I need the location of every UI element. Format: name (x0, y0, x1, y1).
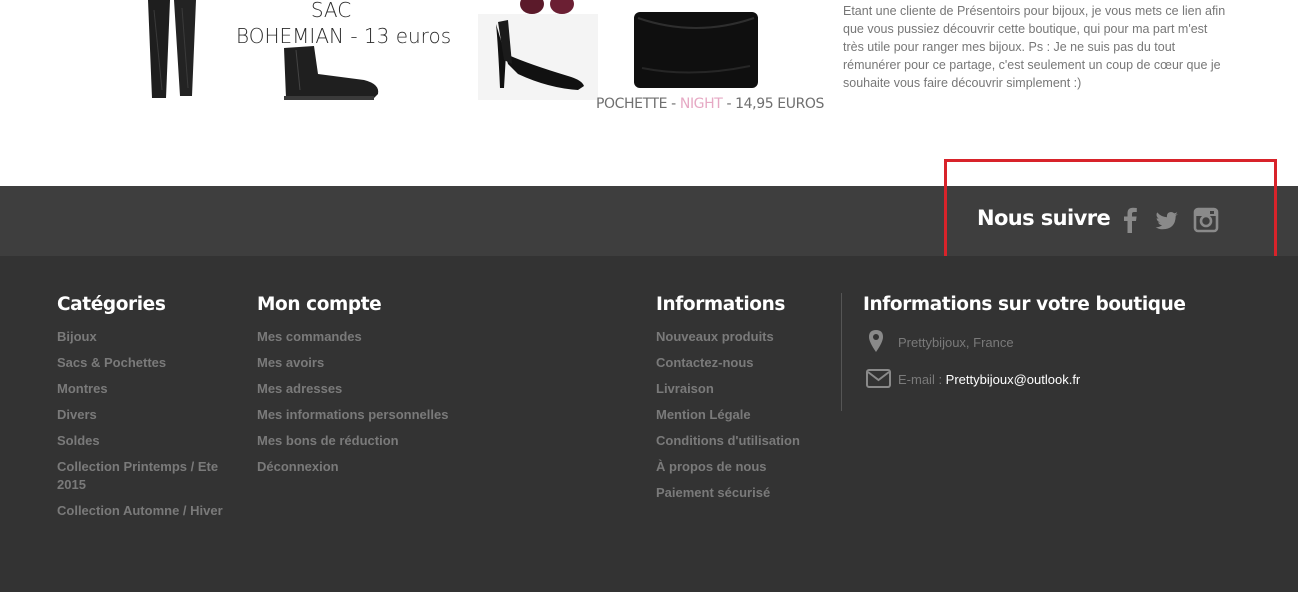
heel-shoe-image (496, 20, 584, 90)
account-link-infos[interactable]: Mes informations personnelles (257, 407, 448, 422)
envelope-icon (866, 369, 891, 388)
info-link-mention[interactable]: Mention Légale (656, 407, 751, 422)
account-link-adresses[interactable]: Mes adresses (257, 381, 342, 396)
category-link-montres[interactable]: Montres (57, 381, 108, 396)
jeans-image (148, 0, 196, 98)
account-title: Mon compte (257, 294, 382, 315)
info-link-paiement[interactable]: Paiement sécurisé (656, 485, 770, 500)
blurb-text: Etant une cliente de Présentoirs pour bi… (843, 4, 1226, 90)
category-link-soldes[interactable]: Soldes (57, 433, 100, 448)
pochette-prefix: POCHETTE - (596, 96, 680, 112)
categories-title: Catégories (57, 294, 166, 315)
info-link-nouveaux[interactable]: Nouveaux produits (656, 329, 774, 344)
category-link-printemps[interactable]: Collection Printemps / Ete 2015 (57, 458, 237, 494)
informations-title: Informations (656, 294, 785, 315)
email-link[interactable]: Prettybijoux@outlook.fr (946, 372, 1081, 387)
category-link-sacs[interactable]: Sacs & Pochettes (57, 355, 166, 370)
store-location: Prettybijoux, France (898, 335, 1014, 350)
sac-line1: SAC (310, 0, 352, 22)
pochette-product-text: POCHETTE - NIGHT - 14,95 EUROS (596, 96, 824, 112)
email-label: E-mail : (898, 372, 946, 387)
account-link-avoirs[interactable]: Mes avoirs (257, 355, 324, 370)
pochette-night: NIGHT (679, 96, 723, 112)
pochette-suffix: - 14,95 EUROS (722, 96, 825, 112)
boots-image (284, 46, 379, 100)
heel-image-box (478, 14, 598, 100)
store-title: Informations sur votre boutique (863, 294, 1186, 315)
account-link-deconnexion[interactable]: Déconnexion (257, 459, 339, 474)
category-link-bijoux[interactable]: Bijoux (57, 329, 97, 344)
footer-divider (841, 293, 842, 411)
account-link-bons[interactable]: Mes bons de réduction (257, 433, 399, 448)
info-link-livraison[interactable]: Livraison (656, 381, 714, 396)
store-email: E-mail : Prettybijoux@outlook.fr (898, 372, 1080, 387)
info-link-conditions[interactable]: Conditions d'utilisation (656, 433, 800, 448)
info-link-contact[interactable]: Contactez-nous (656, 355, 754, 370)
category-link-divers[interactable]: Divers (57, 407, 97, 422)
location-pin-icon (869, 330, 883, 352)
account-link-commandes[interactable]: Mes commandes (257, 329, 362, 344)
info-link-apropos[interactable]: À propos de nous (656, 459, 767, 474)
category-link-automne[interactable]: Collection Automne / Hiver (57, 503, 223, 518)
clutch-image (634, 12, 758, 88)
